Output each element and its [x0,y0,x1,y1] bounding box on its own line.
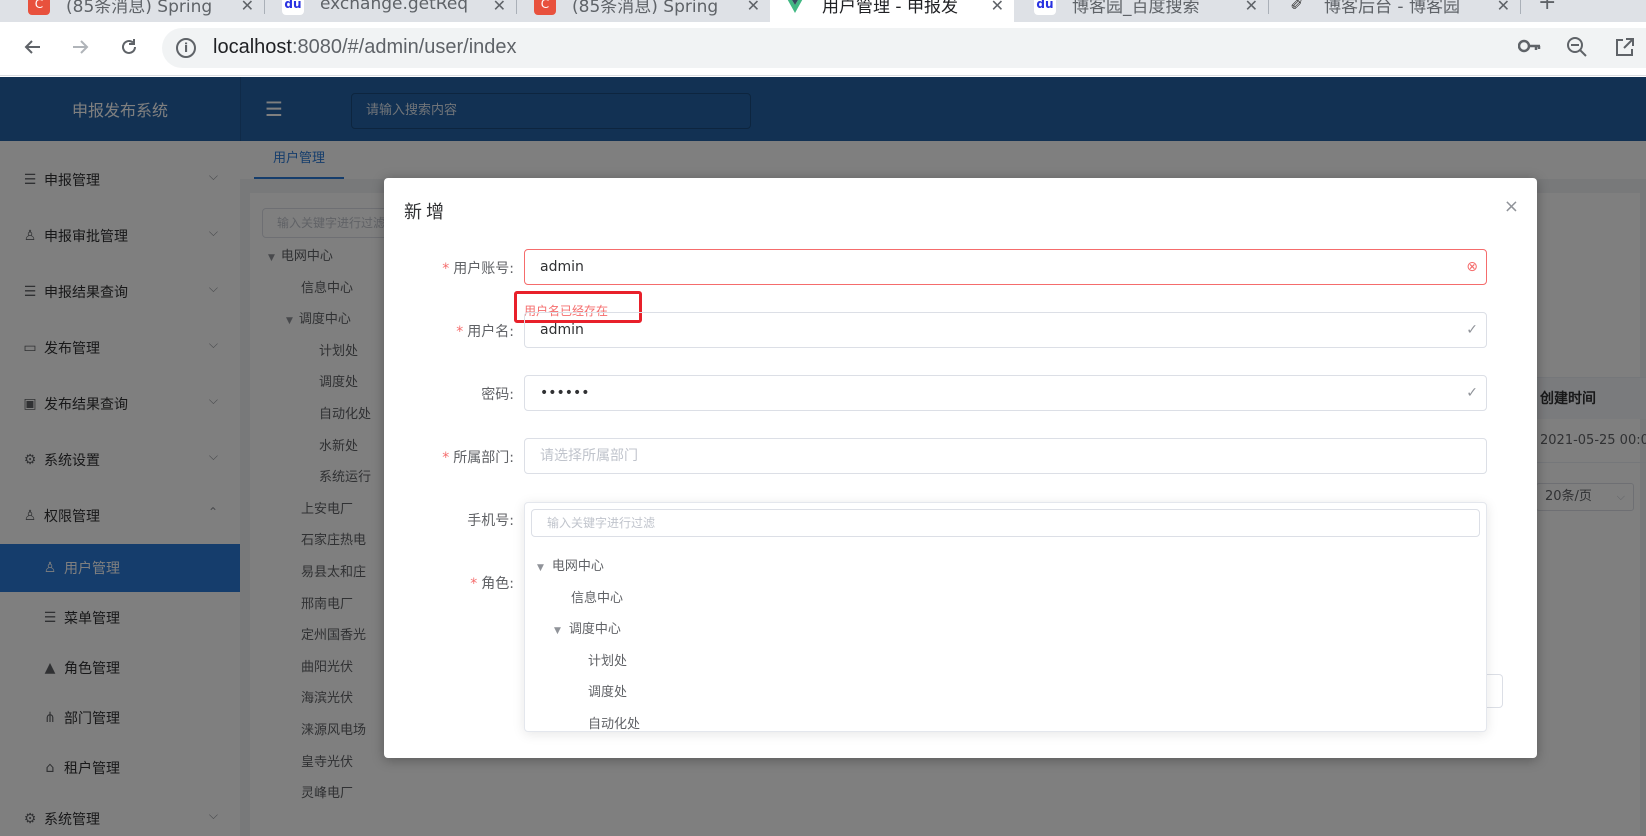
browser-tab-strip: C (85条消息) Spring ✕ du exchange.getReq ✕ … [0,0,1646,22]
dropdown-tree-node[interactable]: ▼ 调度中心 [554,618,621,637]
username-label: * 用户名: [456,324,514,340]
tab-title: 用户管理 - 申报发 [822,0,958,17]
address-bar[interactable]: i localhost:8080/#/admin/user/index [162,28,1646,68]
dropdown-tree-node-label: 电网中心 [551,559,604,574]
close-icon[interactable]: ✕ [747,0,760,15]
share-icon[interactable] [1614,36,1636,62]
baidu-icon: du [1034,0,1056,15]
browser-tab[interactable]: ✐ 博客后台 - 博客园 ✕ [1272,0,1520,22]
check-circle-icon: ✓ [1466,322,1478,338]
close-icon[interactable]: ✕ [493,0,506,15]
role-label: * 角色: [470,576,514,592]
account-input[interactable]: admin ⊗ [524,249,1487,285]
dropdown-tree-node-label: 计划处 [588,653,628,669]
dropdown-tree-node[interactable]: 调度处 [588,681,627,700]
zoom-icon[interactable] [1566,36,1588,62]
tab-title: exchange.getReq [320,0,469,14]
tab-separator [516,0,517,14]
dept-label: * 所属部门: [442,450,514,466]
close-icon[interactable]: × [1504,196,1519,217]
new-tab-button[interactable]: + [1538,0,1556,15]
csdn-icon: C [534,0,556,15]
dropdown-tree-node-label: 调度处 [588,685,628,701]
dropdown-tree-node[interactable]: 信息中心 [571,587,623,606]
close-icon[interactable]: ✕ [1497,0,1510,15]
tab-title: (85条消息) Spring [572,0,719,17]
reload-icon[interactable] [114,32,144,62]
back-icon[interactable] [18,32,48,62]
caret-down-icon[interactable]: ▼ [537,563,544,573]
account-label: * 用户账号: [442,261,514,277]
dropdown-filter-input[interactable]: 输入关键字进行过滤 [531,509,1480,537]
dept-dropdown: 输入关键字进行过滤 ▼ 电网中心信息中心 ▼ 调度中心计划处调度处自动化处 [524,502,1487,732]
baidu-icon: du [282,0,304,15]
key-icon[interactable] [1517,36,1542,60]
password-label: 密码: [481,387,514,403]
dropdown-tree-node-label: 调度中心 [568,622,621,638]
csdn-icon: C [28,0,50,15]
check-circle-icon: ✓ [1466,385,1478,401]
tab-title: (85条消息) Spring [66,0,213,17]
phone-label: 手机号: [467,513,514,529]
account-value: admin [540,259,584,275]
browser-tab[interactable]: C (85条消息) Spring ✕ [14,0,264,22]
dept-select[interactable]: 请选择所属部门 [524,438,1487,474]
hidden-input-edge [1487,674,1503,708]
tab-title: 博客后台 - 博客园 [1324,0,1460,17]
dropdown-tree-node[interactable]: 自动化处 [588,713,641,732]
username-input[interactable]: admin ✓ [524,312,1487,348]
tab-separator [264,0,265,14]
error-circle-icon: ⊗ [1466,259,1478,275]
close-icon[interactable]: ✕ [1245,0,1258,15]
password-input[interactable]: •••••• ✓ [524,375,1487,411]
forward-icon[interactable] [65,32,95,62]
dropdown-tree-node[interactable]: 计划处 [588,650,627,669]
dialog-title: 新增 [404,202,448,223]
site-info-icon[interactable]: i [176,38,196,58]
browser-toolbar: i localhost:8080/#/admin/user/index [0,22,1646,76]
browser-tab[interactable]: du 博客园_百度搜索 ✕ [1020,0,1268,22]
caret-down-icon[interactable]: ▼ [554,626,561,636]
dropdown-tree-node[interactable]: ▼ 电网中心 [537,555,604,574]
username-value: admin [540,322,584,338]
password-value: •••••• [540,385,590,401]
browser-tab-active[interactable]: 用户管理 - 申报发 ✕ [770,0,1014,22]
close-icon[interactable]: ✕ [241,0,254,15]
dropdown-tree-node-label: 自动化处 [588,717,641,732]
url-text[interactable]: localhost:8080/#/admin/user/index [213,36,517,59]
vue-icon [784,0,806,15]
close-icon[interactable]: ✕ [991,0,1004,15]
tab-separator [1268,0,1269,14]
tab-separator [1520,0,1521,14]
browser-tab[interactable]: du exchange.getReq ✕ [268,0,516,22]
blog-icon: ✐ [1290,0,1304,14]
tab-title: 博客园_百度搜索 [1072,0,1200,17]
browser-tab[interactable]: C (85条消息) Spring ✕ [520,0,770,22]
dropdown-tree-node-label: 信息中心 [571,590,624,606]
